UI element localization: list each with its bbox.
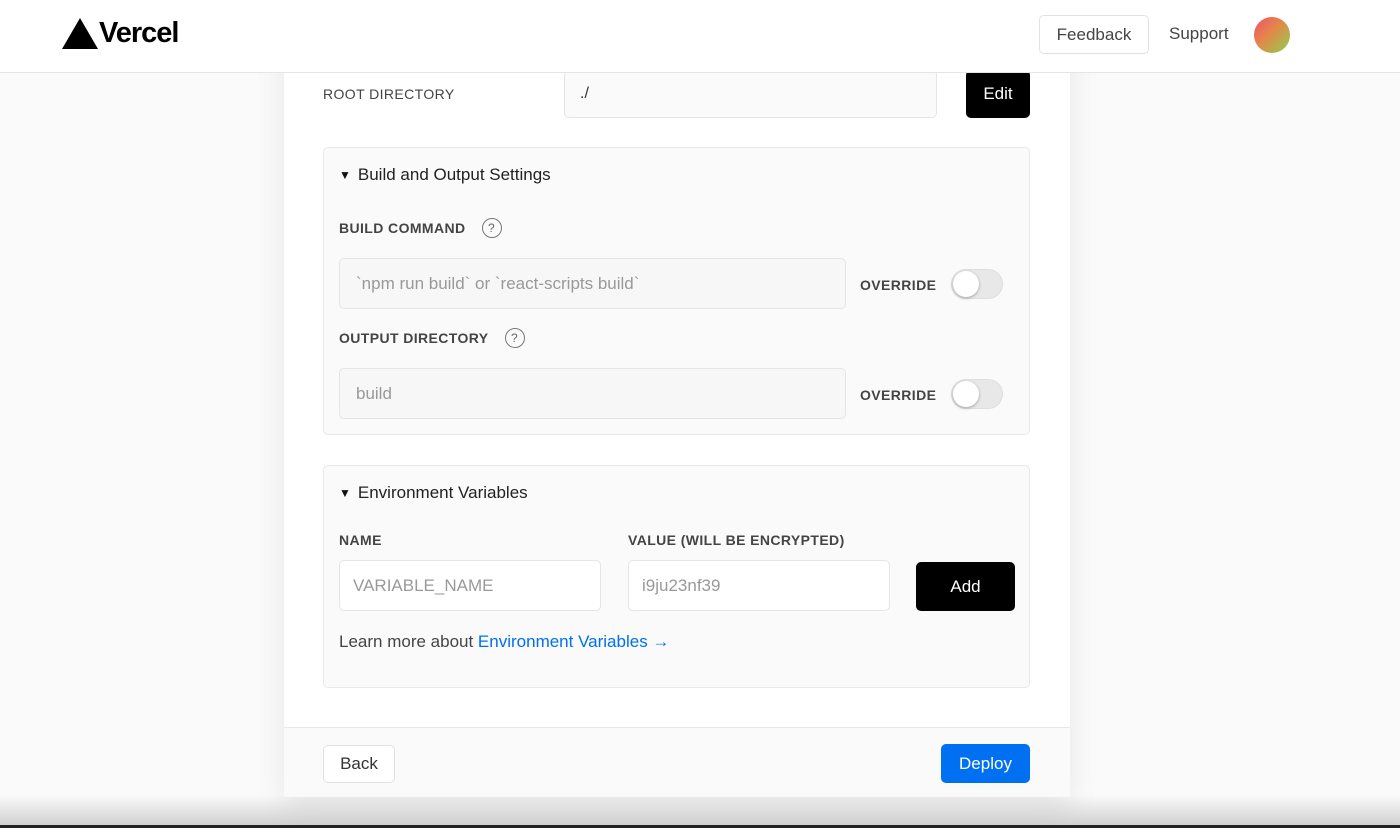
deploy-button[interactable]: Deploy [941,744,1030,783]
caret-down-icon: ▼ [339,486,351,500]
toggle-knob [953,271,979,297]
environment-variables-title: Environment Variables [357,483,528,502]
back-button[interactable]: Back [323,745,395,783]
root-directory-label: ROOT DIRECTORY [323,86,455,102]
user-avatar[interactable] [1254,17,1290,53]
top-navigation-bar: Vercel Feedback Support [0,0,1400,73]
environment-variables-toggle[interactable]: ▼ Environment Variables [339,483,528,503]
build-output-settings-title: Build and Output Settings [357,165,551,184]
help-icon[interactable]: ? [504,328,525,348]
build-command-label-text: BUILD COMMAND [339,220,466,236]
feedback-button[interactable]: Feedback [1039,15,1149,54]
toggle-knob [953,381,979,407]
build-command-override-label: OVERRIDE [860,277,937,293]
card-footer: Back Deploy [284,727,1070,797]
build-command-override-toggle[interactable] [951,269,1003,299]
build-output-settings-toggle[interactable]: ▼ Build and Output Settings [339,165,551,185]
environment-variables-docs-link[interactable]: Environment Variables → [478,632,670,651]
env-value-input[interactable]: i9ju23nf39 [628,560,890,611]
help-icon[interactable]: ? [481,218,502,238]
env-learn-more: Learn more about Environment Variables → [339,632,669,652]
environment-variables-section: ▼ Environment Variables NAME VARIABLE_NA… [323,465,1030,688]
output-directory-input[interactable]: build [339,368,846,419]
brand-name: Vercel [99,17,179,49]
env-value-label: VALUE (WILL BE ENCRYPTED) [628,532,845,548]
add-env-var-button[interactable]: Add [916,562,1015,611]
build-output-settings-section: ▼ Build and Output Settings BUILD COMMAN… [323,147,1030,435]
build-command-input[interactable]: `npm run build` or `react-scripts build` [339,258,846,309]
output-directory-label-text: OUTPUT DIRECTORY [339,330,489,346]
build-command-label: BUILD COMMAND ? [339,218,502,238]
output-directory-override-toggle[interactable] [951,379,1003,409]
triangle-logo-icon [62,18,98,49]
bottom-shadow [0,795,1400,828]
learn-more-text: Learn more about [339,632,478,651]
env-name-label: NAME [339,532,382,548]
output-directory-override-label: OVERRIDE [860,387,937,403]
vercel-logo[interactable]: Vercel [62,17,179,50]
env-name-input[interactable]: VARIABLE_NAME [339,560,601,611]
caret-down-icon: ▼ [339,168,351,182]
root-directory-input[interactable]: ./ [564,70,937,118]
support-link[interactable]: Support [1169,24,1229,44]
output-directory-label: OUTPUT DIRECTORY ? [339,328,525,348]
edit-root-directory-button[interactable]: Edit [966,70,1030,118]
